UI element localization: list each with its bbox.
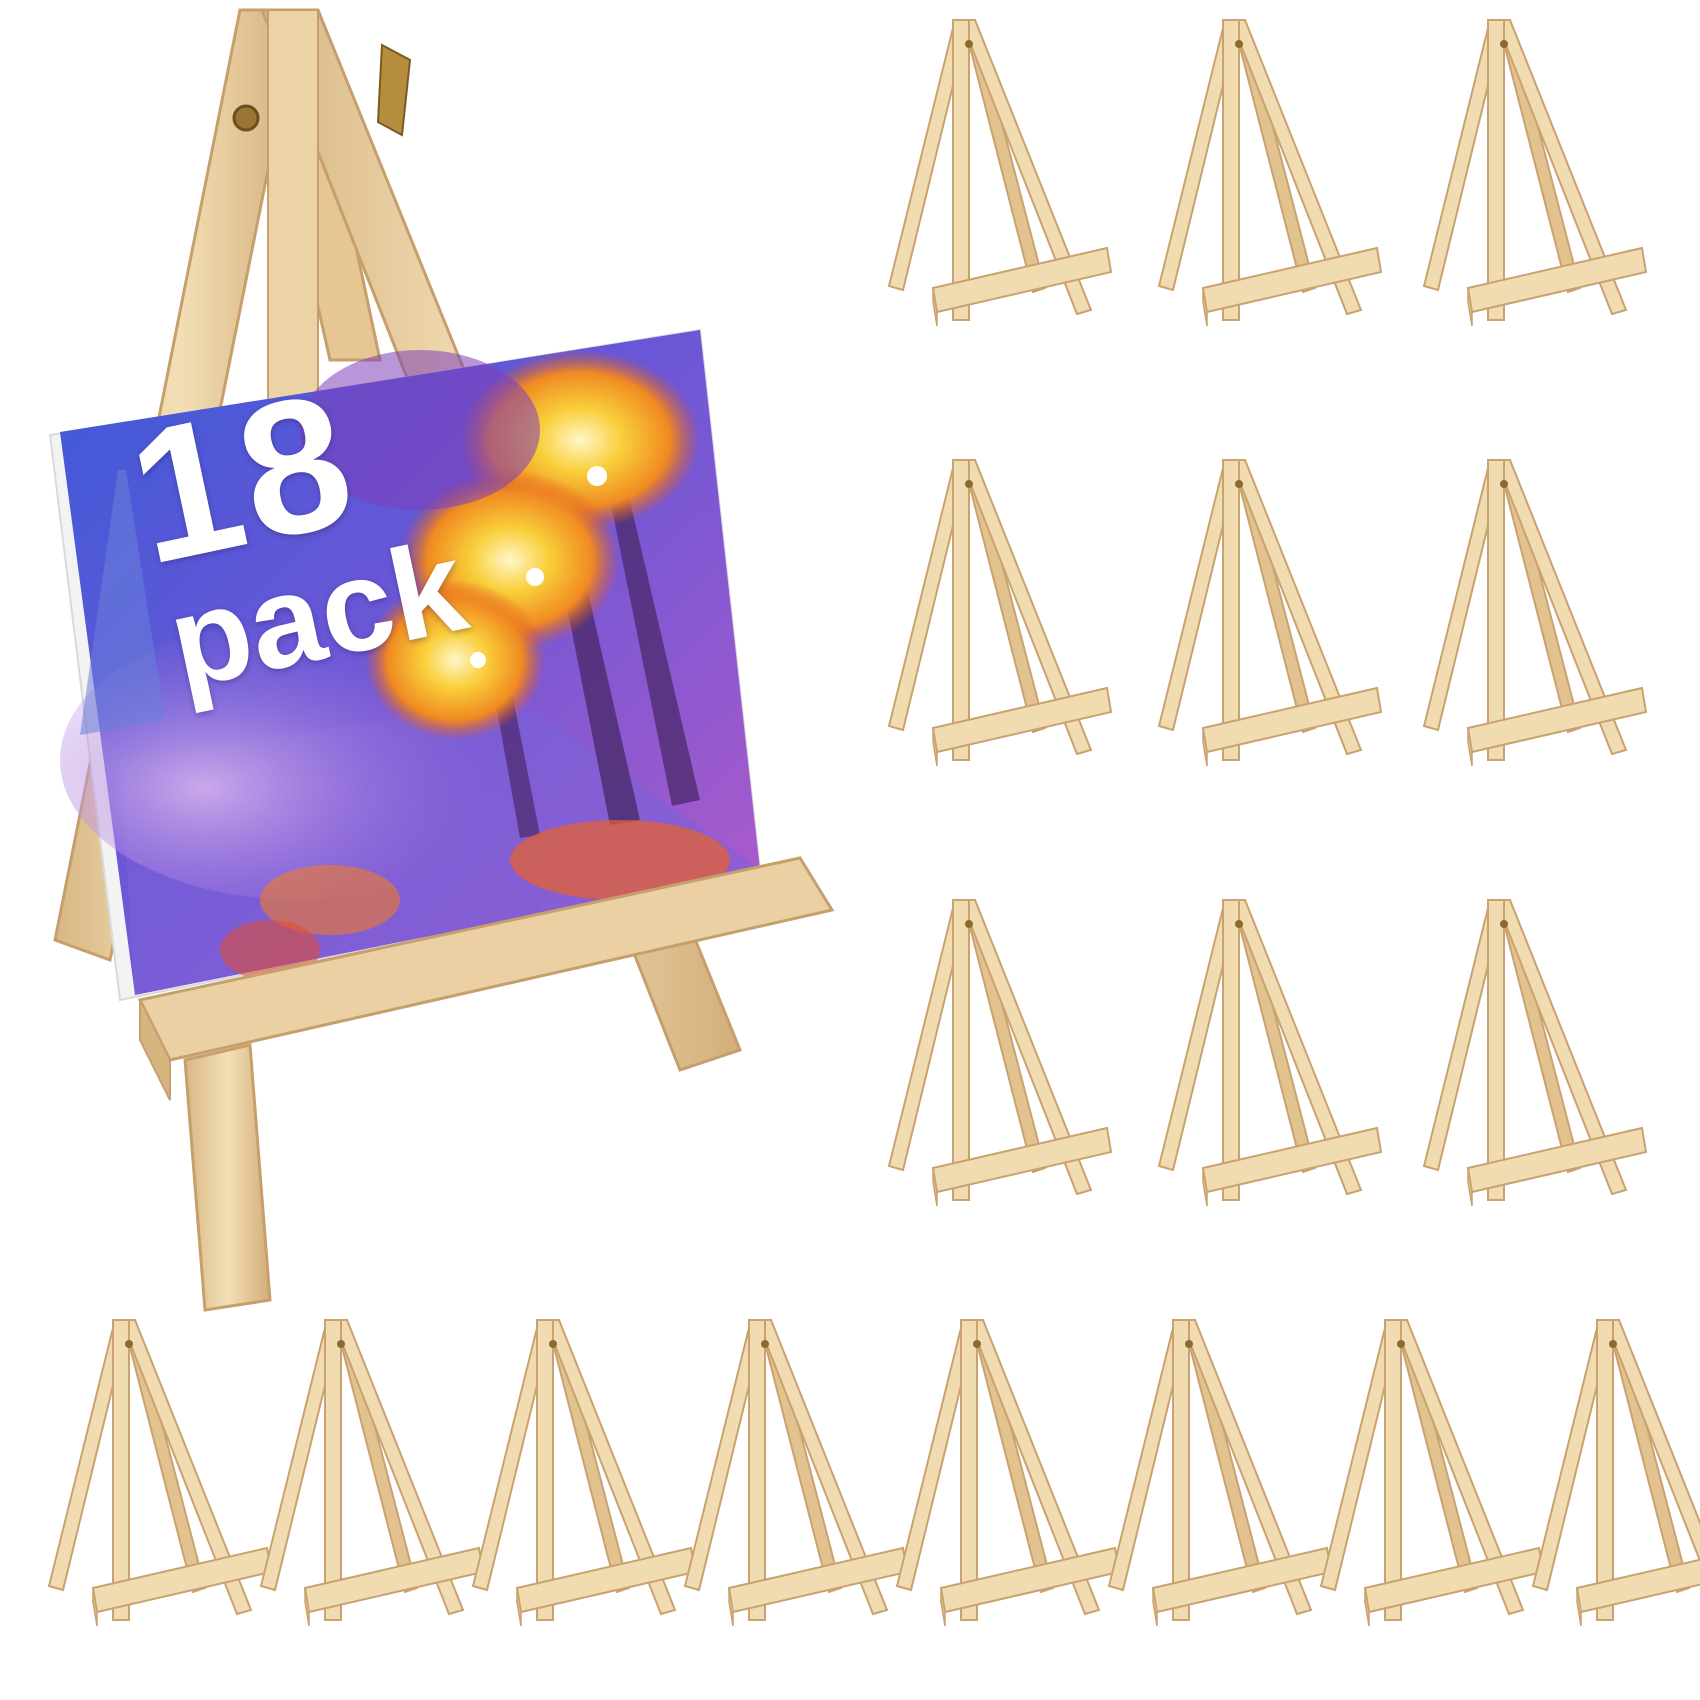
brass-hinge-screw-icon bbox=[1185, 1340, 1193, 1348]
brass-hinge-screw-icon bbox=[1235, 920, 1243, 928]
easel-back-leg bbox=[961, 899, 1047, 1174]
small-easel bbox=[1422, 19, 1648, 327]
easel-back-leg bbox=[757, 1319, 843, 1594]
brass-hinge-screw-icon bbox=[761, 1340, 769, 1348]
easel-back-leg bbox=[969, 1319, 1055, 1594]
easel-back-leg bbox=[1496, 459, 1582, 734]
small-easel bbox=[1422, 899, 1648, 1207]
small-easel bbox=[471, 1319, 697, 1627]
easel-back-leg bbox=[333, 1319, 419, 1594]
featured-easel-hinge-plate bbox=[376, 43, 412, 137]
easel-center-post bbox=[952, 899, 970, 1201]
brass-hinge-screw-icon bbox=[1235, 40, 1243, 48]
easel-center-post bbox=[748, 1319, 766, 1621]
brass-hinge-screw-icon bbox=[1500, 480, 1508, 488]
small-easel bbox=[1531, 1319, 1700, 1627]
easel-back-leg bbox=[1496, 899, 1582, 1174]
small-easel bbox=[887, 899, 1113, 1207]
brass-hinge-screw-icon bbox=[965, 40, 973, 48]
easel-back-leg bbox=[1496, 19, 1582, 294]
small-easel bbox=[1157, 899, 1383, 1207]
easel-back-leg bbox=[1605, 1319, 1691, 1594]
small-easel bbox=[47, 1319, 273, 1627]
brass-hinge-screw-icon bbox=[549, 1340, 557, 1348]
easel-center-post bbox=[1222, 459, 1240, 761]
brass-hinge-screw-icon bbox=[965, 480, 973, 488]
easel-center-post bbox=[960, 1319, 978, 1621]
easel-back-leg bbox=[1231, 899, 1317, 1174]
easel-center-post bbox=[536, 1319, 554, 1621]
small-easel bbox=[1422, 459, 1648, 767]
easel-back-leg bbox=[121, 1319, 207, 1594]
brass-hinge-screw-icon bbox=[1235, 480, 1243, 488]
easel-center-post bbox=[1487, 459, 1505, 761]
easel-center-post bbox=[112, 1319, 130, 1621]
brass-hinge-screw-icon bbox=[1500, 920, 1508, 928]
easel-back-leg bbox=[961, 459, 1047, 734]
brass-hinge-screw-icon bbox=[232, 104, 260, 132]
easel-back-leg bbox=[1231, 459, 1317, 734]
featured-easel-foot bbox=[183, 1043, 272, 1312]
small-easel bbox=[1157, 19, 1383, 327]
easel-center-post bbox=[1384, 1319, 1402, 1621]
small-easel bbox=[683, 1319, 909, 1627]
brass-hinge-screw-icon bbox=[1609, 1340, 1617, 1348]
small-easel bbox=[1157, 459, 1383, 767]
easel-center-post bbox=[1487, 899, 1505, 1201]
small-easel bbox=[887, 19, 1113, 327]
easel-scene bbox=[47, 8, 1700, 1627]
brass-hinge-screw-icon bbox=[965, 920, 973, 928]
brass-hinge-screw-icon bbox=[1397, 1340, 1405, 1348]
easel-back-leg bbox=[545, 1319, 631, 1594]
easel-center-post bbox=[1172, 1319, 1190, 1621]
easel-back-leg bbox=[1181, 1319, 1267, 1594]
easel-center-post bbox=[952, 19, 970, 321]
small-easel bbox=[895, 1319, 1121, 1627]
easel-center-post bbox=[324, 1319, 342, 1621]
small-easel bbox=[887, 459, 1113, 767]
easel-center-post bbox=[1487, 19, 1505, 321]
easel-center-post bbox=[1596, 1319, 1614, 1621]
easel-back-leg bbox=[1393, 1319, 1479, 1594]
featured-easel-with-canvas bbox=[48, 8, 835, 1312]
brass-hinge-screw-icon bbox=[973, 1340, 981, 1348]
easel-center-post bbox=[1222, 19, 1240, 321]
brass-hinge-screw-icon bbox=[1500, 40, 1508, 48]
easel-center-post bbox=[952, 459, 970, 761]
product-image: 18 pack bbox=[0, 0, 1700, 1700]
brass-hinge-screw-icon bbox=[337, 1340, 345, 1348]
brass-hinge-screw-icon bbox=[125, 1340, 133, 1348]
small-easel bbox=[1319, 1319, 1545, 1627]
small-easel bbox=[1107, 1319, 1333, 1627]
featured-easel-center-post bbox=[267, 9, 319, 421]
small-easel bbox=[259, 1319, 485, 1627]
easel-back-leg bbox=[1231, 19, 1317, 294]
easel-back-leg bbox=[961, 19, 1047, 294]
easel-center-post bbox=[1222, 899, 1240, 1201]
